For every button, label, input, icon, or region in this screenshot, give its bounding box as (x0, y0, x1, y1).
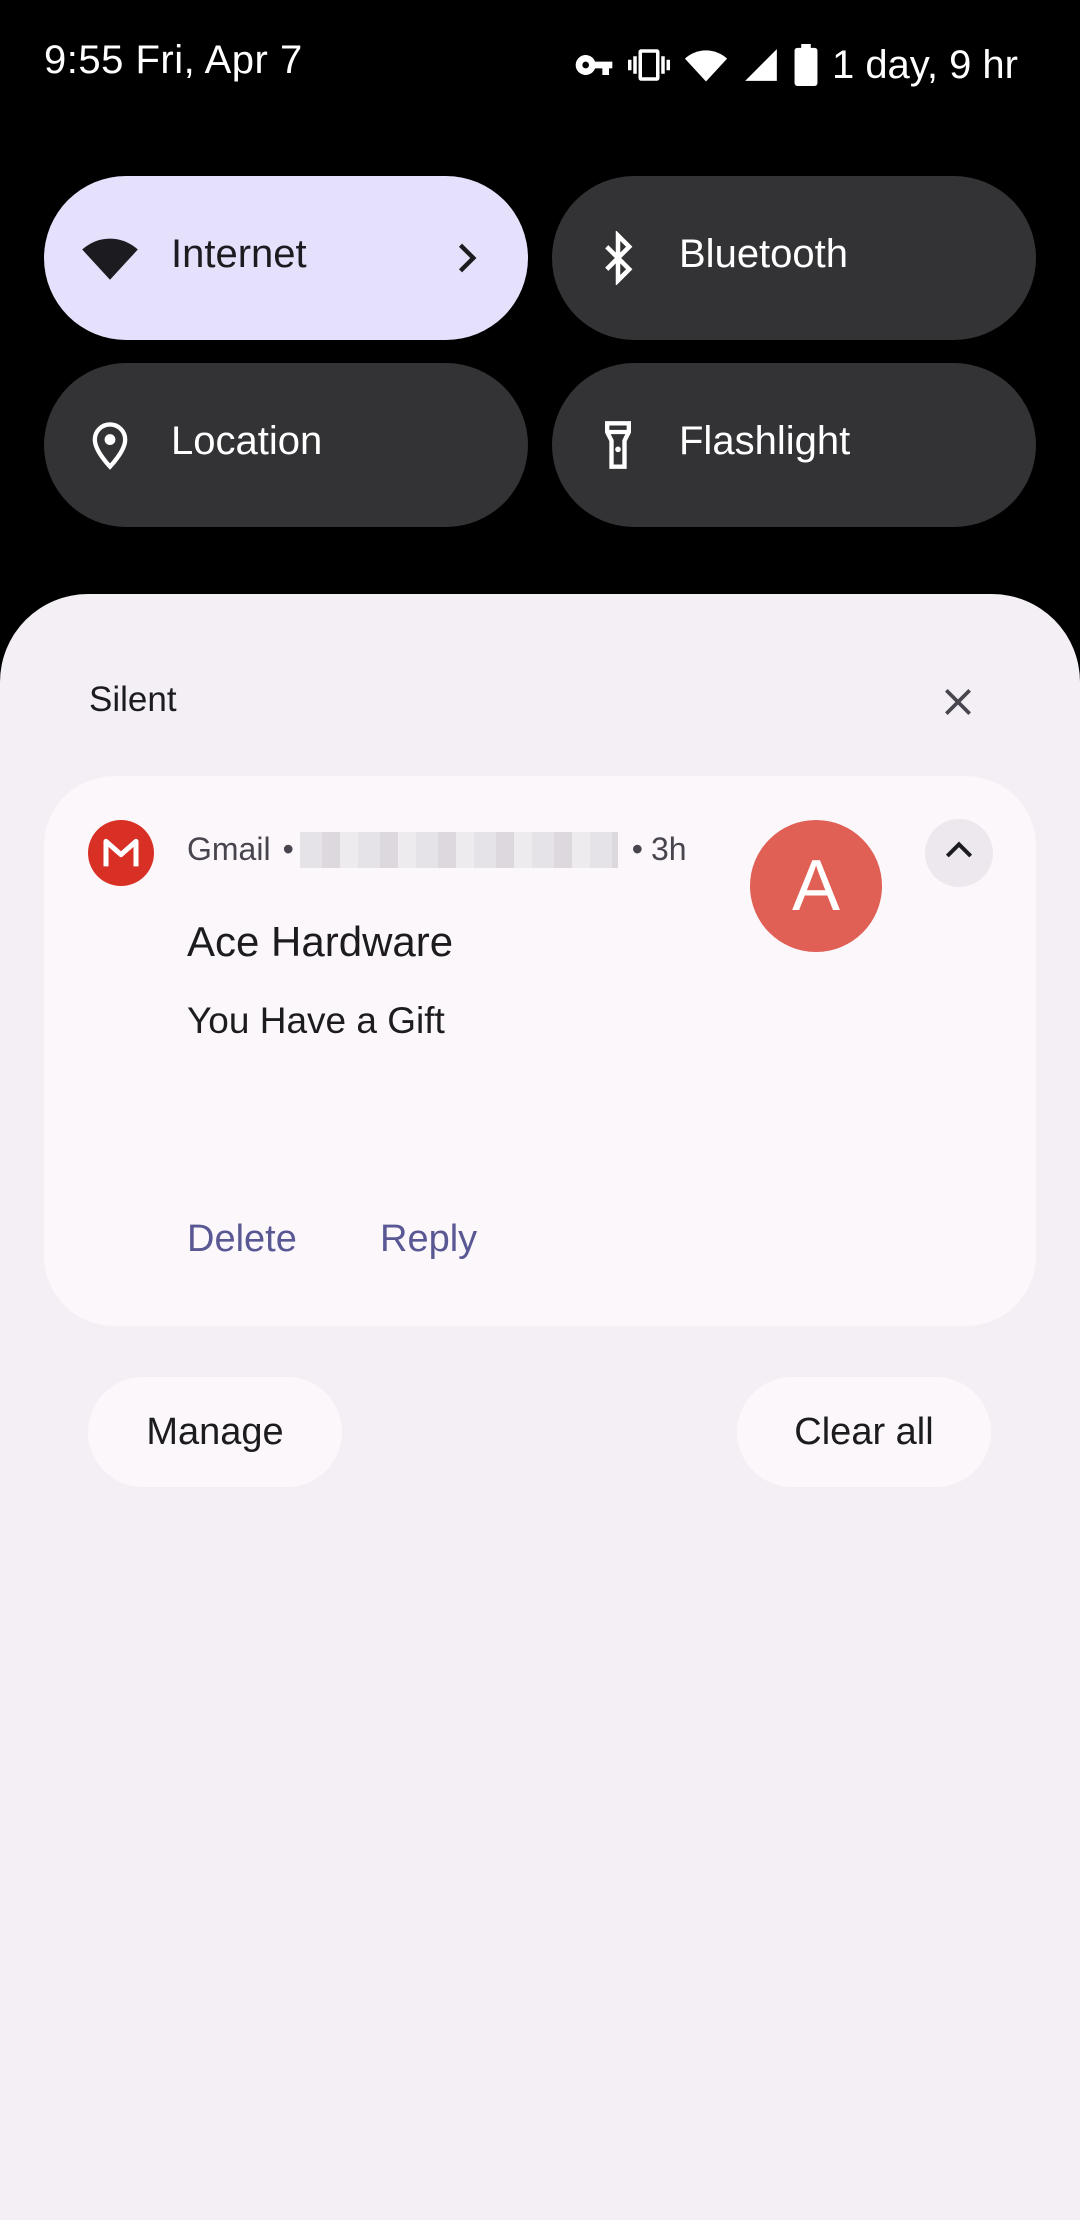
status-bar: 9:55 Fri, Apr 7 1 day, 9 hr (0, 0, 1080, 130)
redacted-account (299, 831, 618, 868)
app-name: Gmail (187, 831, 271, 867)
manage-button[interactable]: Manage (88, 1377, 342, 1487)
chevron-up-icon (939, 831, 979, 876)
wifi-icon (80, 228, 140, 288)
cell-signal-icon (742, 46, 780, 84)
bluetooth-icon (588, 228, 648, 288)
status-icons: 1 day, 9 hr (574, 40, 1018, 90)
tile-internet[interactable]: Internet (44, 176, 528, 340)
notification-meta: Gmail • • 3h (187, 831, 687, 868)
close-icon[interactable] (938, 682, 978, 722)
flashlight-icon (588, 415, 648, 475)
section-title-silent: Silent (89, 680, 177, 719)
wifi-icon (684, 43, 728, 87)
vpn-key-icon (574, 45, 614, 85)
tile-label: Bluetooth (679, 232, 849, 276)
tile-flashlight[interactable]: Flashlight (552, 363, 1036, 527)
notification-body: You Have a Gift (187, 1000, 445, 1041)
tile-bluetooth[interactable]: Bluetooth (552, 176, 1036, 340)
chevron-right-icon (444, 236, 488, 280)
manage-label: Manage (146, 1410, 284, 1453)
vibrate-icon (627, 44, 670, 86)
collapse-button[interactable] (925, 819, 993, 887)
tile-label: Flashlight (679, 419, 851, 463)
avatar: A (750, 820, 882, 952)
separator: • (282, 831, 294, 867)
separator: • (631, 831, 643, 867)
tile-label: Internet (171, 232, 307, 276)
clear-all-button[interactable]: Clear all (737, 1377, 991, 1487)
time-ago: 3h (650, 831, 687, 867)
battery-icon (794, 44, 818, 86)
delete-button[interactable]: Delete (187, 1218, 297, 1261)
gmail-icon (88, 820, 154, 886)
location-pin-icon (80, 415, 140, 475)
avatar-letter: A (791, 846, 841, 926)
status-time-date: 9:55 Fri, Apr 7 (44, 38, 303, 82)
tile-location[interactable]: Location (44, 363, 528, 527)
reply-button[interactable]: Reply (380, 1218, 477, 1261)
tile-label: Location (171, 419, 323, 463)
battery-text: 1 day, 9 hr (831, 42, 1018, 87)
clear-all-label: Clear all (794, 1410, 934, 1453)
notification-title: Ace Hardware (187, 918, 454, 965)
